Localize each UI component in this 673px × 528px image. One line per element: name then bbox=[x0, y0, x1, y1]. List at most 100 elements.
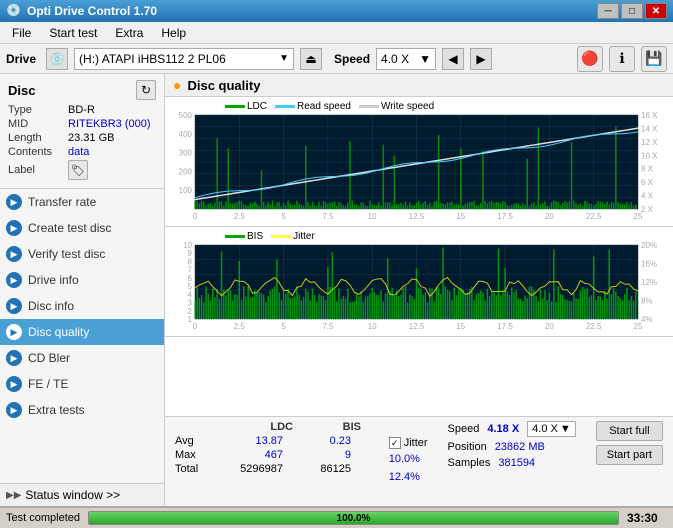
chart-header: ● Disc quality bbox=[165, 74, 673, 97]
disc-quality-icon: ▶ bbox=[6, 324, 22, 340]
max-ldc: 467 bbox=[223, 449, 283, 461]
svg-text:200: 200 bbox=[179, 167, 193, 176]
svg-text:12.5: 12.5 bbox=[409, 322, 425, 331]
sidebar-item-cd-bler[interactable]: ▶ CD Bler bbox=[0, 345, 164, 371]
top-chart-svg: 50040030020010016 X14 X12 X10 X8 X6 X4 X… bbox=[165, 97, 673, 227]
svg-text:16%: 16% bbox=[641, 260, 657, 269]
start-full-button[interactable]: Start full bbox=[596, 421, 663, 441]
svg-text:5: 5 bbox=[281, 322, 286, 331]
menu-file[interactable]: File bbox=[4, 24, 39, 42]
speed-back-button[interactable]: ◀ bbox=[442, 48, 464, 70]
total-bis: 86125 bbox=[291, 463, 351, 475]
menu-help[interactable]: Help bbox=[153, 24, 194, 42]
charts-container: LDC Read speed Write speed 5004003002001… bbox=[165, 97, 673, 416]
disc-info-label: Disc info bbox=[28, 299, 74, 313]
disc-read-button[interactable]: 🔴 bbox=[577, 46, 603, 72]
disc-length-label: Length bbox=[8, 132, 68, 144]
top-chart-legend: LDC Read speed Write speed bbox=[195, 99, 464, 114]
disc-contents-label: Contents bbox=[8, 146, 68, 158]
write-speed-legend-label: Write speed bbox=[381, 101, 434, 112]
svg-text:10 X: 10 X bbox=[641, 151, 658, 160]
sidebar-item-fe-te[interactable]: ▶ FE / TE bbox=[0, 371, 164, 397]
top-chart-wrapper: LDC Read speed Write speed 5004003002001… bbox=[165, 97, 673, 227]
read-speed-legend-label: Read speed bbox=[297, 101, 351, 112]
save-button[interactable]: 💾 bbox=[641, 46, 667, 72]
ldc-legend-label: LDC bbox=[247, 101, 267, 112]
window-controls: ─ □ ✕ bbox=[597, 3, 667, 19]
start-part-button[interactable]: Start part bbox=[596, 445, 663, 465]
jitter-max-row: 12.4% bbox=[389, 471, 428, 483]
drive-icon-btn[interactable]: 💿 bbox=[46, 48, 68, 70]
svg-text:22.5: 22.5 bbox=[586, 322, 602, 331]
svg-text:12%: 12% bbox=[641, 278, 657, 287]
svg-text:15: 15 bbox=[456, 212, 465, 221]
disc-quality-label: Disc quality bbox=[28, 325, 89, 339]
sidebar-item-create-test-disc[interactable]: ▶ Create test disc bbox=[0, 215, 164, 241]
svg-text:8%: 8% bbox=[641, 297, 653, 306]
speed-forward-button[interactable]: ▶ bbox=[470, 48, 492, 70]
verify-test-disc-label: Verify test disc bbox=[28, 247, 105, 261]
svg-text:2.5: 2.5 bbox=[234, 212, 246, 221]
speed-dropdown-arrow: ▼ bbox=[560, 423, 571, 435]
write-speed-legend: Write speed bbox=[359, 101, 434, 112]
ldc-legend: LDC bbox=[225, 101, 267, 112]
disc-mid-row: MID RITEKBR3 (000) bbox=[8, 118, 156, 130]
sidebar-item-disc-quality[interactable]: ▶ Disc quality bbox=[0, 319, 164, 345]
main-content: Disc ↻ Type BD-R MID RITEKBR3 (000) Leng… bbox=[0, 74, 673, 506]
disc-label-icon[interactable]: 🏷 bbox=[68, 160, 88, 180]
disc-refresh-button[interactable]: ↻ bbox=[136, 80, 156, 100]
stats-panel: LDC BIS Avg 13.87 0.23 Max 467 9 Total 5… bbox=[165, 416, 673, 506]
speed-label: Speed bbox=[334, 52, 370, 66]
disc-mid-label: MID bbox=[8, 118, 68, 130]
drive-info-label: Drive info bbox=[28, 273, 79, 287]
speed-dropdown[interactable]: 4.0 X ▼ bbox=[527, 421, 576, 437]
sidebar-item-disc-info[interactable]: ▶ Disc info bbox=[0, 293, 164, 319]
svg-text:20: 20 bbox=[545, 322, 554, 331]
drive-info-icon: ▶ bbox=[6, 272, 22, 288]
info-button[interactable]: ℹ bbox=[609, 46, 635, 72]
svg-text:12.5: 12.5 bbox=[409, 212, 425, 221]
jitter-avg-value: 10.0% bbox=[389, 453, 420, 465]
svg-text:10: 10 bbox=[368, 212, 377, 221]
max-label: Max bbox=[175, 449, 215, 461]
status-window-button[interactable]: ▶▶ Status window >> bbox=[0, 483, 164, 506]
drive-label: Drive bbox=[6, 52, 36, 66]
maximize-button[interactable]: □ bbox=[621, 3, 643, 19]
stats-avg-row: Avg 13.87 0.23 bbox=[175, 435, 369, 447]
speed-value: 4.0 X bbox=[381, 52, 409, 66]
svg-text:6 X: 6 X bbox=[641, 178, 654, 187]
fe-te-icon: ▶ bbox=[6, 376, 22, 392]
bis-header: BIS bbox=[301, 421, 361, 433]
sidebar-item-extra-tests[interactable]: ▶ Extra tests bbox=[0, 397, 164, 423]
max-bis: 9 bbox=[291, 449, 351, 461]
drive-bar: Drive 💿 (H:) ATAPI iHBS112 2 PL06 ▼ ⏏ Sp… bbox=[0, 44, 673, 74]
menu-bar: File Start test Extra Help bbox=[0, 22, 673, 44]
jitter-checkbox[interactable]: ✓ bbox=[389, 437, 401, 449]
sidebar-item-drive-info[interactable]: ▶ Drive info bbox=[0, 267, 164, 293]
progress-bar-container: 100.0% bbox=[88, 511, 619, 525]
bis-legend-label: BIS bbox=[247, 231, 263, 242]
disc-label-row: Label 🏷 bbox=[8, 160, 156, 180]
start-buttons: Start full Start part bbox=[596, 421, 663, 465]
jitter-legend-label: Jitter bbox=[293, 231, 315, 242]
close-button[interactable]: ✕ bbox=[645, 3, 667, 19]
minimize-button[interactable]: ─ bbox=[597, 3, 619, 19]
sidebar-nav: ▶ Transfer rate ▶ Create test disc ▶ Ver… bbox=[0, 189, 164, 483]
bis-legend-color bbox=[225, 235, 245, 238]
drive-select-arrow: ▼ bbox=[279, 53, 289, 64]
disc-length-value: 23.31 GB bbox=[68, 132, 114, 144]
menu-extra[interactable]: Extra bbox=[107, 24, 151, 42]
disc-type-label: Type bbox=[8, 104, 68, 116]
sidebar-item-transfer-rate[interactable]: ▶ Transfer rate bbox=[0, 189, 164, 215]
position-label: Position bbox=[448, 441, 487, 453]
speed-stats-label: Speed bbox=[448, 423, 480, 435]
sidebar-item-verify-test-disc[interactable]: ▶ Verify test disc bbox=[0, 241, 164, 267]
eject-button[interactable]: ⏏ bbox=[300, 48, 322, 70]
stats-total-row: Total 5296987 86125 bbox=[175, 463, 369, 475]
app-icon: 💿 bbox=[6, 3, 22, 19]
speed-select[interactable]: 4.0 X ▼ bbox=[376, 48, 436, 70]
transfer-rate-label: Transfer rate bbox=[28, 195, 96, 209]
jitter-label: Jitter bbox=[404, 437, 428, 449]
menu-start-test[interactable]: Start test bbox=[41, 24, 105, 42]
drive-select[interactable]: (H:) ATAPI iHBS112 2 PL06 ▼ bbox=[74, 48, 294, 70]
